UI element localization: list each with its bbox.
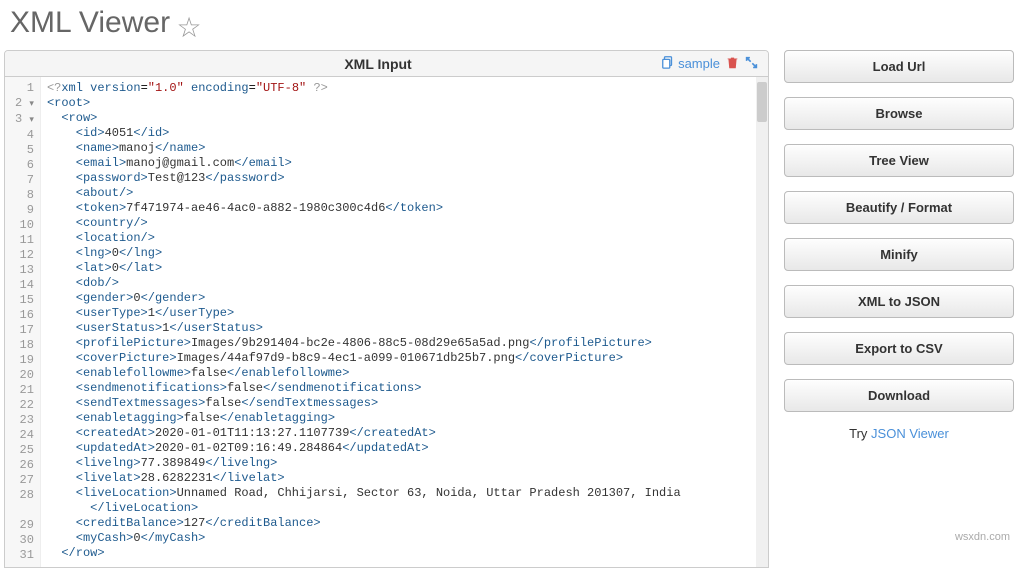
code-line: <livelng>77.389849</livelng> [47, 456, 762, 471]
line-number: 6 [15, 158, 34, 173]
line-number: 7 [15, 173, 34, 188]
code-line: <?xml version="1.0" encoding="UTF-8" ?> [47, 81, 762, 96]
code-line: <row> [47, 111, 762, 126]
code-line: <about/> [47, 186, 762, 201]
line-number: 11 [15, 233, 34, 248]
line-number: 19 [15, 353, 34, 368]
code-line: <country/> [47, 216, 762, 231]
code-line: <root> [47, 96, 762, 111]
line-number: 26 [15, 458, 34, 473]
line-number: 4 [15, 128, 34, 143]
browse-button[interactable]: Browse [784, 97, 1014, 130]
code-line: <email>manoj@gmail.com</email> [47, 156, 762, 171]
to-json-button[interactable]: XML to JSON [784, 285, 1014, 318]
code-content[interactable]: <?xml version="1.0" encoding="UTF-8" ?><… [41, 77, 768, 567]
code-line: <userType>1</userType> [47, 306, 762, 321]
page-title: XML Viewer [10, 6, 170, 40]
watermark: wsxdn.com [955, 531, 1010, 543]
star-icon[interactable]: ☆ [177, 11, 202, 44]
code-line: <dob/> [47, 276, 762, 291]
load-url-button[interactable]: Load Url [784, 50, 1014, 83]
line-number: 17 [15, 323, 34, 338]
copy-icon [661, 55, 675, 72]
line-number: 3 ▾ [15, 112, 34, 128]
code-line: </liveLocation> [47, 501, 762, 516]
editor-panel: XML Input sample 12 ▾3 ▾4567891011121314… [4, 50, 769, 568]
code-line: <liveLocation>Unnamed Road, Chhijarsi, S… [47, 486, 762, 501]
expand-icon[interactable] [745, 56, 758, 72]
line-number: 14 [15, 278, 34, 293]
line-number: 18 [15, 338, 34, 353]
beautify-button[interactable]: Beautify / Format [784, 191, 1014, 224]
to-csv-button[interactable]: Export to CSV [784, 332, 1014, 365]
line-number: 20 [15, 368, 34, 383]
code-line: <enablefollowme>false</enablefollowme> [47, 366, 762, 381]
sidebar: Load Url Browse Tree View Beautify / Format… [784, 50, 1024, 568]
code-editor[interactable]: 12 ▾3 ▾456789101112131415161718192021222… [5, 77, 768, 567]
line-number: 16 [15, 308, 34, 323]
code-line: <token>7f471974-ae46-4ac0-a882-1980c300c… [47, 201, 762, 216]
code-line: <livelat>28.6282231</livelat> [47, 471, 762, 486]
line-number: 21 [15, 383, 34, 398]
page-header: XML Viewer ☆ [0, 0, 1024, 50]
sample-label: sample [678, 56, 720, 71]
editor-title: XML Input [95, 56, 661, 72]
code-line: <id>4051</id> [47, 126, 762, 141]
tree-view-button[interactable]: Tree View [784, 144, 1014, 177]
code-line: <updatedAt>2020-01-02T09:16:49.284864</u… [47, 441, 762, 456]
line-number: 31 [15, 548, 34, 563]
code-line: <lng>0</lng> [47, 246, 762, 261]
code-line: <createdAt>2020-01-01T11:13:27.1107739</… [47, 426, 762, 441]
line-number: 28 [15, 488, 34, 503]
line-number: 9 [15, 203, 34, 218]
code-line: <profilePicture>Images/9b291404-bc2e-480… [47, 336, 762, 351]
main-layout: XML Input sample 12 ▾3 ▾4567891011121314… [0, 50, 1024, 568]
code-line: <lat>0</lat> [47, 261, 762, 276]
code-line: <sendTextmessages>false</sendTextmessage… [47, 396, 762, 411]
sample-link[interactable]: sample [661, 55, 720, 72]
line-number: 24 [15, 428, 34, 443]
code-line: <userStatus>1</userStatus> [47, 321, 762, 336]
line-number: 10 [15, 218, 34, 233]
line-number: 5 [15, 143, 34, 158]
scrollbar-thumb[interactable] [757, 82, 767, 122]
code-line: <coverPicture>Images/44af97d9-b8c9-4ec1-… [47, 351, 762, 366]
code-line: <myCash>0</myCash> [47, 531, 762, 546]
editor-actions: sample [661, 55, 758, 72]
code-line: <location/> [47, 231, 762, 246]
line-number: 22 [15, 398, 34, 413]
try-json-viewer: Try JSON Viewer [784, 426, 1014, 441]
line-number: 2 ▾ [15, 96, 34, 112]
code-line: <name>manoj</name> [47, 141, 762, 156]
trash-icon[interactable] [726, 56, 739, 72]
code-line: <sendmenotifications>false</sendmenotifi… [47, 381, 762, 396]
code-line: <password>Test@123</password> [47, 171, 762, 186]
line-number: 15 [15, 293, 34, 308]
line-number: 1 [15, 81, 34, 96]
scrollbar[interactable] [756, 77, 768, 567]
code-line: <creditBalance>127</creditBalance> [47, 516, 762, 531]
line-gutter: 12 ▾3 ▾456789101112131415161718192021222… [5, 77, 41, 567]
line-number: 8 [15, 188, 34, 203]
line-number: 23 [15, 413, 34, 428]
line-number: 13 [15, 263, 34, 278]
json-viewer-link[interactable]: JSON Viewer [871, 426, 949, 441]
line-number: 30 [15, 533, 34, 548]
code-line: <gender>0</gender> [47, 291, 762, 306]
code-line: </row> [47, 546, 762, 561]
line-number: 12 [15, 248, 34, 263]
download-button[interactable]: Download [784, 379, 1014, 412]
line-number: 29 [15, 518, 34, 533]
minify-button[interactable]: Minify [784, 238, 1014, 271]
line-number: 27 [15, 473, 34, 488]
editor-header: XML Input sample [5, 51, 768, 77]
code-line: <enabletagging>false</enabletagging> [47, 411, 762, 426]
line-number: 25 [15, 443, 34, 458]
